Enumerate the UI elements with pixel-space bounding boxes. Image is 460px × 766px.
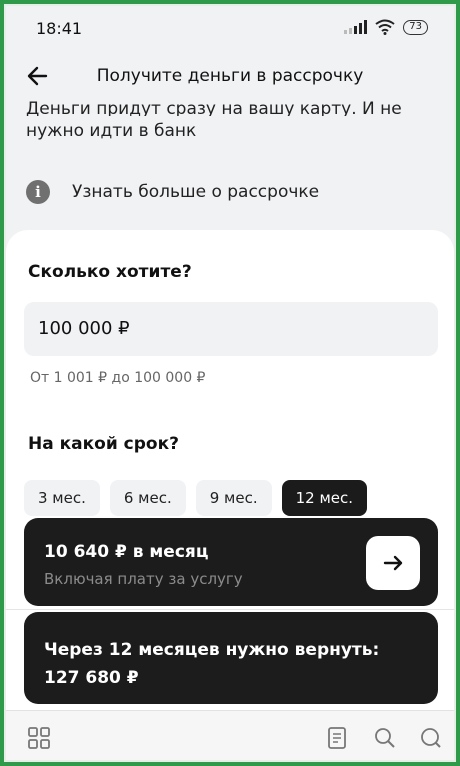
chat-icon[interactable] bbox=[418, 725, 444, 751]
learn-more-link[interactable]: i Узнать больше о рассрочке bbox=[26, 180, 319, 204]
term-option-9[interactable]: 9 мес. bbox=[195, 480, 272, 516]
total-repayment-amount: 127 680 ₽ bbox=[44, 668, 139, 688]
status-bar: 18:41 73 bbox=[6, 6, 454, 50]
amount-input[interactable]: 100 000 ₽ bbox=[24, 302, 438, 356]
document-icon[interactable] bbox=[324, 725, 350, 751]
signal-icon bbox=[344, 20, 368, 34]
info-icon: i bbox=[26, 180, 50, 204]
term-option-3[interactable]: 3 мес. bbox=[24, 480, 100, 516]
continue-button[interactable] bbox=[366, 536, 420, 590]
term-options: 3 мес. 6 мес. 9 мес. 12 мес. bbox=[24, 480, 368, 516]
learn-more-label: Узнать больше о рассрочке bbox=[72, 182, 320, 202]
divider bbox=[6, 609, 454, 610]
page-title: Получите деньги в рассрочку bbox=[96, 66, 364, 86]
screenshot-frame: 18:41 73 Получите деньги в рассрочку Ден… bbox=[4, 4, 456, 762]
monthly-subtitle: Включая плату за услугу bbox=[44, 570, 243, 588]
total-repayment-card: Через 12 месяцев нужно вернуть: 127 680 … bbox=[24, 612, 438, 704]
wifi-icon bbox=[375, 19, 395, 35]
monthly-payment-card: 10 640 ₽ в месяц Включая плату за услугу bbox=[24, 518, 438, 606]
amount-hint: От 1 001 ₽ до 100 000 ₽ bbox=[30, 370, 206, 386]
status-icons: 73 bbox=[344, 19, 428, 35]
status-time: 18:41 bbox=[36, 19, 83, 38]
term-option-6[interactable]: 6 мес. bbox=[109, 480, 186, 516]
amount-question: Сколько хотите? bbox=[28, 262, 192, 282]
monthly-amount: 10 640 ₽ в месяц bbox=[44, 542, 209, 562]
total-repayment-label: Через 12 месяцев нужно вернуть: bbox=[44, 640, 380, 660]
grid-icon[interactable] bbox=[26, 725, 52, 751]
search-icon[interactable] bbox=[372, 725, 398, 751]
term-question: На какой срок? bbox=[28, 434, 179, 454]
battery-indicator: 73 bbox=[403, 19, 428, 35]
total-repayment-text: Через 12 месяцев нужно вернуть: 127 680 … bbox=[44, 636, 379, 692]
intro-line-2: нужно идти в банк bbox=[26, 121, 197, 141]
term-option-12[interactable]: 12 мес. bbox=[281, 480, 368, 516]
arrow-right-icon bbox=[383, 555, 403, 571]
intro-line-1: Деньги придут сразу на вашу карту. И не bbox=[26, 99, 402, 116]
app-screen: 18:41 73 Получите деньги в рассрочку Ден… bbox=[6, 6, 454, 760]
bottom-navigation bbox=[6, 710, 454, 760]
intro-text: Деньги придут сразу на вашу карту. И не … bbox=[26, 96, 426, 146]
